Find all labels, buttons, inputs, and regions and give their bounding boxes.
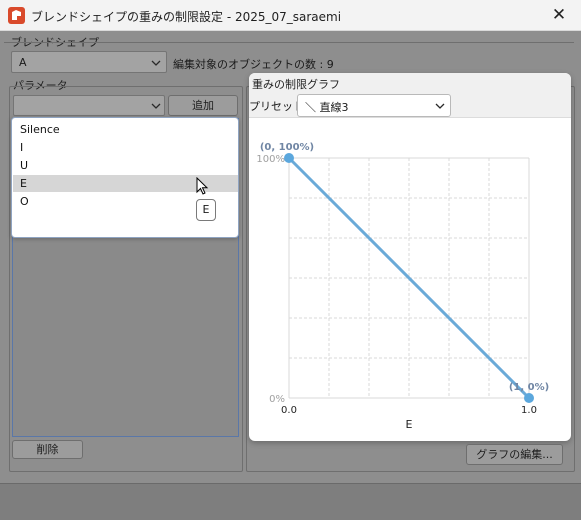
app-icon — [8, 7, 25, 24]
y-tick-label: 100% — [256, 154, 285, 165]
x-tick-label: 0.0 — [281, 405, 297, 416]
chevron-down-icon — [151, 103, 161, 109]
chevron-down-icon — [435, 103, 445, 109]
x-tick-label: 1.0 — [521, 405, 537, 416]
dialog-footer — [0, 483, 581, 520]
preset-select[interactable]: ＼ 直線3 — [297, 94, 451, 117]
edit-graph-button[interactable]: グラフの編集... — [466, 444, 563, 465]
list-item[interactable]: U — [13, 157, 238, 174]
delete-button[interactable]: 削除 — [12, 440, 83, 459]
title-bar: ブレンドシェイプの重みの制限設定 - 2025_07_saraemi ✕ — [0, 0, 581, 31]
y-tick-label: 0% — [269, 394, 285, 405]
window-title: ブレンドシェイプの重みの制限設定 - 2025_07_saraemi — [31, 10, 342, 24]
x-axis-label: E — [406, 418, 413, 431]
preset-label: プリセット — [249, 100, 304, 113]
data-point[interactable] — [524, 393, 534, 403]
close-button[interactable]: ✕ — [546, 4, 572, 26]
blendshape-select[interactable]: A — [11, 51, 167, 73]
point-annotation: (1, 0%) — [509, 382, 549, 393]
data-point[interactable] — [284, 153, 294, 163]
list-item[interactable]: I — [13, 139, 238, 156]
point-annotation: (0, 100%) — [260, 142, 314, 153]
graph-group-label: 重みの制限グラフ — [252, 78, 340, 91]
add-button[interactable]: 追加 — [168, 95, 238, 116]
list-item[interactable]: Silence — [13, 121, 238, 138]
blendshape-select-value: A — [19, 56, 27, 69]
graph-panel: 重みの制限グラフ プリセット ＼ 直線3 100% 0% 0.0 1.0 E (… — [249, 73, 571, 441]
chart-axes: 100% 0% 0.0 1.0 E — [256, 154, 537, 431]
parameter-select[interactable] — [13, 95, 165, 116]
weight-limit-chart[interactable]: 100% 0% 0.0 1.0 E (0, 100%) (1, 0%) — [249, 118, 571, 441]
object-count-text: 編集対象のオブジェクトの数 : 9 — [173, 58, 334, 71]
chevron-down-icon — [151, 60, 161, 66]
mouse-cursor-icon — [196, 176, 210, 197]
graph-panel-header: 重みの制限グラフ プリセット ＼ 直線3 — [249, 73, 571, 118]
preset-select-value: ＼ 直線3 — [305, 101, 349, 114]
group-divider — [4, 42, 574, 43]
tooltip: E — [196, 199, 216, 221]
